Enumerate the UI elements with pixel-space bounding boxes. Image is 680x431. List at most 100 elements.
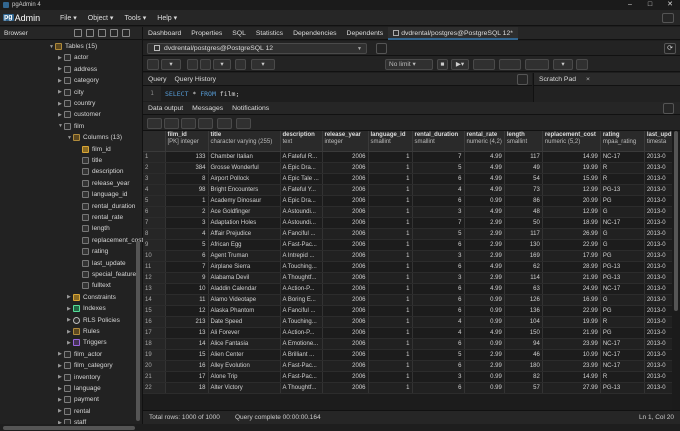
table-cell[interactable]: 2006 (322, 239, 369, 251)
table-cell[interactable]: 94 (504, 338, 543, 350)
tree-item[interactable]: ▶ language (58, 383, 101, 394)
table-cell[interactable]: Alaska Phantom (208, 305, 281, 317)
table-cell[interactable]: G (600, 239, 645, 251)
table-cell[interactable]: Academy Dinosaur (208, 195, 281, 207)
paste-rows-icon[interactable] (181, 118, 196, 129)
table-row[interactable]: 22 18 Alter Victory A Thoughtf... 2006 1 6 0.99… (143, 382, 675, 394)
table-cell[interactable]: Chamber Italian (208, 151, 281, 163)
connection-settings-icon[interactable] (376, 43, 387, 54)
copy-icon[interactable] (200, 59, 211, 70)
table-cell[interactable]: 98 (165, 184, 209, 196)
horizontal-scrollbar[interactable] (0, 424, 680, 431)
tree-item[interactable]: length (76, 223, 110, 234)
table-cell[interactable]: PG-13 (600, 382, 645, 394)
table-row[interactable]: 11 7 Airplane Sierra A Touching... 2006 1 6 4.9… (143, 261, 675, 273)
table-cell[interactable]: Ali Forever (208, 327, 281, 339)
add-row-icon[interactable] (147, 118, 162, 129)
macros-icon[interactable]: ▾ (553, 59, 573, 70)
table-row[interactable]: 19 15 Alien Center A Brilliant ... 2006 1 5 2.9… (143, 349, 675, 361)
tree-item[interactable]: rental_rate (76, 212, 123, 223)
table-cell[interactable]: PG (600, 327, 645, 339)
copy-rows-icon[interactable] (164, 118, 179, 129)
table-cell[interactable]: A Intrepid ... (280, 250, 323, 262)
table-cell[interactable]: 73 (504, 184, 543, 196)
tree-item[interactable]: ▶ RLS Policies (67, 315, 120, 326)
row-number[interactable]: 18 (143, 338, 166, 350)
table-cell[interactable]: 6 (412, 360, 465, 372)
table-cell[interactable]: A Astoundi... (280, 217, 323, 229)
row-number[interactable]: 11 (143, 261, 166, 273)
table-row[interactable]: 14 11 Alamo Videotape A Boring E... 2006 1 6 0.… (143, 294, 675, 306)
table-cell[interactable]: 7 (412, 217, 465, 229)
table-cell[interactable]: 180 (504, 360, 543, 372)
table-row[interactable]: 20 16 Alley Evolution A Fast-Pac... 2006 1 6 2.… (143, 360, 675, 372)
table-row[interactable]: 10 6 Agent Truman A Intrepid ... 2006 1 3 2.99 1… (143, 250, 675, 262)
table-cell[interactable]: 1 (368, 173, 413, 185)
table-cell[interactable]: 4.99 (464, 261, 505, 273)
table-cell[interactable]: 150 (504, 327, 543, 339)
row-number[interactable]: 3 (143, 173, 166, 185)
table-cell[interactable]: Date Speed (208, 316, 281, 328)
column-header[interactable]: replacement_cost numeric (5,2) (542, 131, 601, 152)
table-cell[interactable]: 6 (412, 305, 465, 317)
table-cell[interactable]: NC-17 (600, 349, 645, 361)
menu-help[interactable]: Help ▾ (157, 14, 177, 22)
table-cell[interactable]: Alien Center (208, 349, 281, 361)
table-cell[interactable]: 4.99 (464, 173, 505, 185)
table-cell[interactable]: 136 (504, 305, 543, 317)
tree-item[interactable]: replacement_cost (76, 235, 143, 246)
table-cell[interactable]: A Thoughtf... (280, 272, 323, 284)
table-cell[interactable]: 6 (165, 250, 209, 262)
table-cell[interactable]: 4 (412, 316, 465, 328)
row-number[interactable]: 14 (143, 294, 166, 306)
table-cell[interactable]: 0.99 (464, 195, 505, 207)
table-cell[interactable]: 48 (504, 206, 543, 218)
table-cell[interactable]: 1 (368, 360, 413, 372)
table-cell[interactable]: 2006 (322, 283, 369, 295)
table-cell[interactable]: A Fateful Y... (280, 184, 323, 196)
connection-select[interactable]: dvdrental/postgres@PostgreSQL 12 ▼ (147, 43, 367, 54)
table-cell[interactable]: 2013-0 (644, 239, 675, 251)
table-cell[interactable]: 2013-0 (644, 228, 675, 240)
table-cell[interactable]: Affair Prejudice (208, 228, 281, 240)
table-cell[interactable]: 2.99 (464, 217, 505, 229)
tree-item[interactable]: ▶ country (58, 98, 95, 109)
table-cell[interactable]: 22.99 (542, 305, 601, 317)
tree-item[interactable]: ▶ Indexes (67, 303, 106, 314)
table-cell[interactable]: 1 (368, 250, 413, 262)
column-header[interactable]: film_id [PK] integer (165, 131, 209, 152)
table-cell[interactable]: 2006 (322, 173, 369, 185)
table-row[interactable]: 6 2 Ace Goldfinger A Astoundi... 2006 1 3 4.99 4… (143, 206, 675, 218)
table-cell[interactable]: R (600, 162, 645, 174)
table-cell[interactable]: 27.99 (542, 382, 601, 394)
table-cell[interactable]: 3 (412, 206, 465, 218)
table-cell[interactable]: Alabama Devil (208, 272, 281, 284)
table-cell[interactable]: A Action-P... (280, 283, 323, 295)
table-cell[interactable]: G (600, 294, 645, 306)
table-cell[interactable]: 12 (165, 305, 209, 317)
table-cell[interactable]: 3 (165, 217, 209, 229)
table-cell[interactable]: 2 (165, 206, 209, 218)
tree-item[interactable]: ▶ actor (58, 52, 88, 63)
paste-icon[interactable]: ▾ (213, 59, 231, 70)
table-cell[interactable]: 1 (368, 382, 413, 394)
menu-tools[interactable]: Tools ▾ (124, 14, 146, 22)
table-cell[interactable]: 1 (368, 305, 413, 317)
table-cell[interactable]: 2006 (322, 206, 369, 218)
table-cell[interactable]: 384 (165, 162, 209, 174)
table-cell[interactable]: 2013-0 (644, 294, 675, 306)
commit-icon[interactable] (525, 59, 549, 70)
explain-icon[interactable] (473, 59, 495, 70)
table-icon[interactable] (86, 29, 94, 37)
tree-item[interactable]: ▶ rental (58, 406, 90, 417)
table-cell[interactable]: 1 (368, 162, 413, 174)
table-cell[interactable]: 6 (412, 294, 465, 306)
table-cell[interactable]: 2006 (322, 294, 369, 306)
table-row[interactable]: 1 133 Chamber Italian A Fateful R... 2006 1 7 4… (143, 151, 675, 163)
table-cell[interactable]: 1 (368, 283, 413, 295)
table-cell[interactable]: 9 (165, 272, 209, 284)
table-cell[interactable]: 117 (504, 151, 543, 163)
table-cell[interactable]: R (600, 316, 645, 328)
table-cell[interactable]: 1 (368, 327, 413, 339)
tree-item[interactable]: description (76, 166, 123, 177)
